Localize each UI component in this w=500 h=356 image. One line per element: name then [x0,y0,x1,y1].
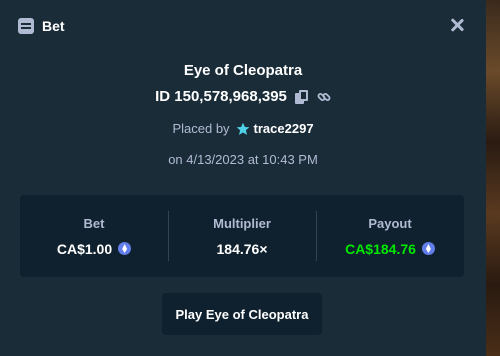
stat-bet-label: Bet [83,215,105,231]
bet-details-modal: Bet Eye of Cleopatra ID 150,578,968,395 … [0,0,486,356]
play-game-button[interactable]: Play Eye of Cleopatra [162,293,322,335]
game-name: Eye of Cleopatra [183,62,303,79]
stat-payout: Payout CA$184.76 [316,207,464,265]
ethereum-coin-icon [421,242,435,255]
bet-id-row: ID 150,578,968,395 [0,88,486,105]
stat-payout-value-row: CA$184.76 [345,241,435,257]
stat-payout-value: CA$184.76 [345,240,416,257]
star-icon [236,122,249,135]
bet-id: ID 150,578,968,395 [155,88,287,105]
modal-header: Bet [0,0,486,52]
placed-by-label: Placed by [172,121,230,136]
stat-payout-label: Payout [368,215,412,231]
close-icon[interactable] [450,18,464,32]
modal-title: Bet [42,18,65,34]
copy-icon[interactable] [294,89,309,104]
ethereum-coin-icon [118,242,132,255]
bet-stats-panel: Bet CA$1.00 Multiplier 184.76× Payout CA… [20,195,464,277]
bet-slip-icon [18,18,34,34]
link-icon[interactable] [317,90,331,104]
stat-bet: Bet CA$1.00 [20,207,168,265]
stat-multiplier-label: Multiplier [213,215,271,231]
placed-by-row: Placed by trace2297 [0,121,486,136]
username-link[interactable]: trace2297 [254,121,314,136]
stat-bet-value-row: CA$1.00 [56,240,132,257]
stat-multiplier: Multiplier 184.76× [168,207,316,265]
stat-multiplier-value: 184.76× [216,240,268,257]
bet-date: on 4/13/2023 at 10:43 PM [168,152,318,167]
stat-bet-value: CA$1.00 [56,240,113,257]
background-game-art [486,0,500,356]
